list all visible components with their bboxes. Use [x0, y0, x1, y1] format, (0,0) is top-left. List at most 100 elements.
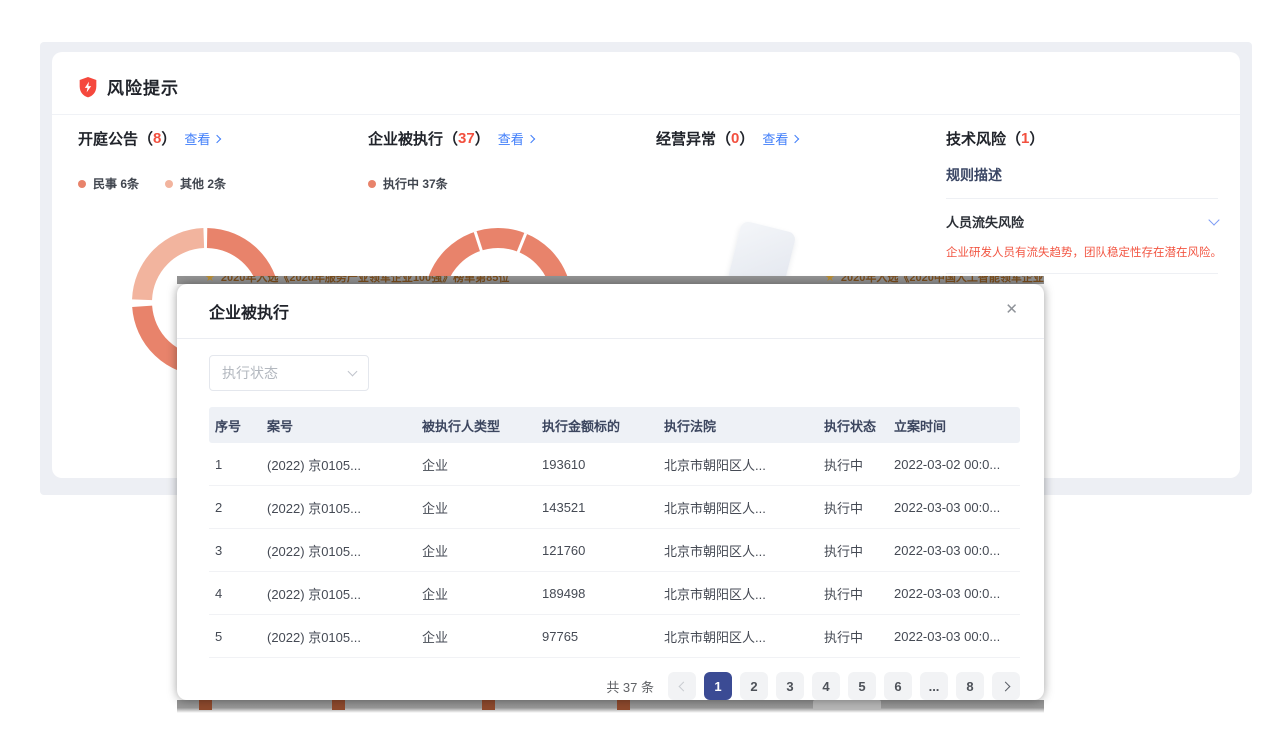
- table-row[interactable]: 5 (2022) 京0105... 企业 97765 北京市朝阳区人... 执行…: [209, 615, 1020, 658]
- risk-card-header: 风险提示: [78, 74, 179, 99]
- cell-index: 3: [209, 543, 257, 558]
- section-title: 开庭公告: [78, 128, 138, 149]
- legend-dot-icon: [165, 180, 173, 188]
- pagination-page-button[interactable]: 6: [884, 672, 912, 700]
- cell-index: 2: [209, 500, 257, 515]
- table-row[interactable]: 4 (2022) 京0105... 企业 189498 北京市朝阳区人... 执…: [209, 572, 1020, 615]
- view-link[interactable]: 查看: [498, 129, 534, 148]
- background-fragment: [482, 700, 495, 710]
- rule-description-label: 规则描述: [946, 165, 1218, 185]
- tech-risk-item-title: 人员流失风险: [946, 212, 1024, 231]
- cell-index: 5: [209, 629, 257, 644]
- dimmed-background-strip: [177, 700, 1044, 713]
- close-icon[interactable]: ✕: [1005, 302, 1018, 317]
- risk-shield-icon: [78, 76, 98, 98]
- pagination: 共 37 条 1 2 3 4 5 6 ... 8: [209, 672, 1020, 700]
- table-header-row: 序号 案号 被执行人类型 执行金额标的 执行法院 执行状态 立案时间: [209, 407, 1020, 443]
- paren: ）: [1029, 128, 1044, 149]
- star-icon: ★: [825, 276, 835, 284]
- tech-risk-item[interactable]: 人员流失风险: [946, 212, 1218, 231]
- section-count: 1: [1021, 130, 1029, 147]
- column-header: 立案时间: [884, 416, 1020, 435]
- section-title: 企业被执行: [368, 128, 443, 149]
- section-title-row: 经营异常 （ 0 ） 查看: [656, 128, 798, 149]
- view-link[interactable]: 查看: [762, 129, 798, 148]
- cell-court: 北京市朝阳区人...: [654, 541, 814, 560]
- section-count: 8: [153, 130, 161, 147]
- cell-filing-date: 2022-03-03 00:0...: [884, 586, 1020, 601]
- view-link[interactable]: 查看: [184, 129, 220, 148]
- donut-legend: 执行中 37条: [368, 175, 534, 192]
- chevron-right-icon: [527, 134, 535, 142]
- cell-filing-date: 2022-03-02 00:0...: [884, 457, 1020, 472]
- table-row[interactable]: 1 (2022) 京0105... 企业 193610 北京市朝阳区人... 执…: [209, 443, 1020, 486]
- paren: （: [1006, 128, 1021, 149]
- cell-status: 执行中: [814, 455, 884, 474]
- chevron-down-icon[interactable]: [1208, 214, 1219, 225]
- cell-index: 1: [209, 457, 257, 472]
- tech-risk-description: 企业研发人员有流失趋势，团队稳定性存在潜在风险。: [946, 244, 1218, 260]
- paren: （: [716, 128, 731, 149]
- cell-filing-date: 2022-03-03 00:0...: [884, 543, 1020, 558]
- cell-amount: 143521: [532, 500, 654, 515]
- paren: （: [443, 128, 458, 149]
- chevron-right-icon: [213, 134, 221, 142]
- divider: [946, 273, 1218, 274]
- cell-amount: 193610: [532, 457, 654, 472]
- star-icon: ★: [205, 276, 215, 284]
- legend-dot-icon: [368, 180, 376, 188]
- pagination-ellipsis[interactable]: ...: [920, 672, 948, 700]
- cell-party-type: 企业: [412, 627, 532, 646]
- pagination-page-button[interactable]: 8: [956, 672, 984, 700]
- pagination-page-button[interactable]: 4: [812, 672, 840, 700]
- execution-status-select[interactable]: 执行状态: [209, 355, 369, 391]
- table-row[interactable]: 2 (2022) 京0105... 企业 143521 北京市朝阳区人... 执…: [209, 486, 1020, 529]
- section-court-announcements: 开庭公告 （ 8 ） 查看 民事 6条 其他 2条: [78, 128, 226, 192]
- page-title: 风险提示: [107, 74, 179, 99]
- cell-status: 执行中: [814, 584, 884, 603]
- modal-body: 执行状态 序号 案号 被执行人类型 执行金额标的 执行法院 执行状态 立案时间 …: [177, 339, 1044, 700]
- chevron-down-icon: [348, 367, 358, 377]
- cell-amount: 97765: [532, 629, 654, 644]
- dimmed-background-strip: ★2020年入选《2020年服务产业领军企业100强》榜单第85位 ★2020年…: [177, 276, 1044, 284]
- table-row[interactable]: 3 (2022) 京0105... 企业 121760 北京市朝阳区人... 执…: [209, 529, 1020, 572]
- pagination-page-button[interactable]: 1: [704, 672, 732, 700]
- section-title: 经营异常: [656, 128, 716, 149]
- view-link-label: 查看: [498, 129, 524, 148]
- section-abnormal-operation: 经营异常 （ 0 ） 查看: [656, 128, 798, 149]
- cell-court: 北京市朝阳区人...: [654, 627, 814, 646]
- paren: ）: [161, 128, 176, 149]
- cell-party-type: 企业: [412, 498, 532, 517]
- cell-amount: 189498: [532, 586, 654, 601]
- section-title-row: 企业被执行 （ 37 ） 查看: [368, 128, 534, 149]
- legend-label: 执行中 37条: [383, 175, 448, 192]
- legend-dot-icon: [78, 180, 86, 188]
- modal-header: 企业被执行 ✕: [177, 284, 1044, 339]
- pagination-next-button[interactable]: [992, 672, 1020, 700]
- pagination-page-button[interactable]: 2: [740, 672, 768, 700]
- cell-case-number: (2022) 京0105...: [257, 627, 412, 646]
- cell-court: 北京市朝阳区人...: [654, 584, 814, 603]
- pagination-page-button[interactable]: 3: [776, 672, 804, 700]
- legend-label: 民事 6条: [93, 175, 139, 192]
- section-enterprise-enforced: 企业被执行 （ 37 ） 查看 执行中 37条: [368, 128, 534, 192]
- view-link-label: 查看: [762, 129, 788, 148]
- pagination-total: 共 37 条: [606, 677, 654, 696]
- section-tech-risk: 技术风险 （ 1 ） 规则描述 人员流失风险 企业研发人员有流失趋势，团队稳定性…: [946, 128, 1218, 274]
- cell-amount: 121760: [532, 543, 654, 558]
- cell-status: 执行中: [814, 541, 884, 560]
- section-count: 37: [458, 130, 475, 147]
- paren: （: [138, 128, 153, 149]
- cell-filing-date: 2022-03-03 00:0...: [884, 629, 1020, 644]
- column-header: 序号: [209, 416, 257, 435]
- dimmed-background-text: ★2020年入选《2020年服务产业领军企业100强》榜单第85位: [205, 276, 509, 284]
- paren: ）: [475, 128, 490, 149]
- pagination-prev-button[interactable]: [668, 672, 696, 700]
- column-header: 执行法院: [654, 416, 814, 435]
- legend-label: 其他 2条: [180, 175, 226, 192]
- background-fragment: [813, 700, 881, 710]
- background-fragment: [332, 700, 345, 710]
- pagination-page-button[interactable]: 5: [848, 672, 876, 700]
- enterprise-enforced-modal: 企业被执行 ✕ 执行状态 序号 案号 被执行人类型 执行金额标的 执行法院 执行…: [177, 284, 1044, 700]
- cell-court: 北京市朝阳区人...: [654, 455, 814, 474]
